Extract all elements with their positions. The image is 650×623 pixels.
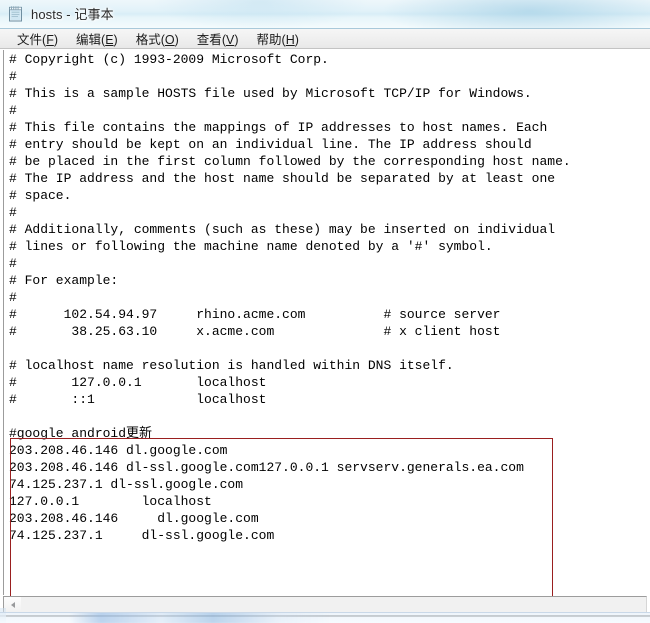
triangle-left-icon: [10, 601, 15, 608]
menu-item-help-accel: H: [285, 32, 295, 47]
window-title: hosts - 记事本: [31, 7, 114, 22]
menu-item-view[interactable]: 查看(V): [188, 28, 248, 50]
horizontal-scrollbar[interactable]: [3, 596, 647, 613]
menu-item-format[interactable]: 格式(O): [127, 28, 188, 50]
text-editor[interactable]: # Copyright (c) 1993-2009 Microsoft Corp…: [3, 50, 647, 595]
scroll-left-arrow-icon[interactable]: [4, 597, 21, 612]
menu-item-view-label: 查看: [196, 32, 222, 47]
menu-item-view-accel: V: [225, 32, 235, 47]
notepad-icon: [9, 6, 22, 22]
menu-item-file-label: 文件: [17, 32, 43, 47]
menu-item-file-accel: F: [46, 32, 54, 47]
menu-item-edit-accel: E: [105, 32, 114, 47]
menu-item-help[interactable]: 帮助(H): [248, 28, 308, 50]
menu-bar: 文件(F) 编辑(E) 格式(O) 查看(V) 帮助(H): [0, 29, 650, 49]
hosts-file-text[interactable]: # Copyright (c) 1993-2009 Microsoft Corp…: [9, 51, 571, 544]
menu-item-file[interactable]: 文件(F): [8, 28, 67, 50]
menu-item-format-label: 格式: [135, 32, 161, 47]
menu-item-help-label: 帮助: [256, 32, 282, 47]
client-area: # Copyright (c) 1993-2009 Microsoft Corp…: [0, 50, 650, 623]
menu-item-edit-label: 编辑: [76, 32, 102, 47]
menu-item-format-accel: O: [164, 32, 175, 47]
horizontal-scrollbar-track[interactable]: [21, 597, 646, 612]
title-bar[interactable]: hosts - 记事本: [0, 0, 650, 29]
notepad-window: hosts - 记事本 文件(F) 编辑(E) 格式(O) 查看(V) 帮助(H…: [0, 0, 650, 623]
taskbar-sliver: [0, 612, 650, 623]
menu-item-edit[interactable]: 编辑(E): [67, 28, 127, 50]
